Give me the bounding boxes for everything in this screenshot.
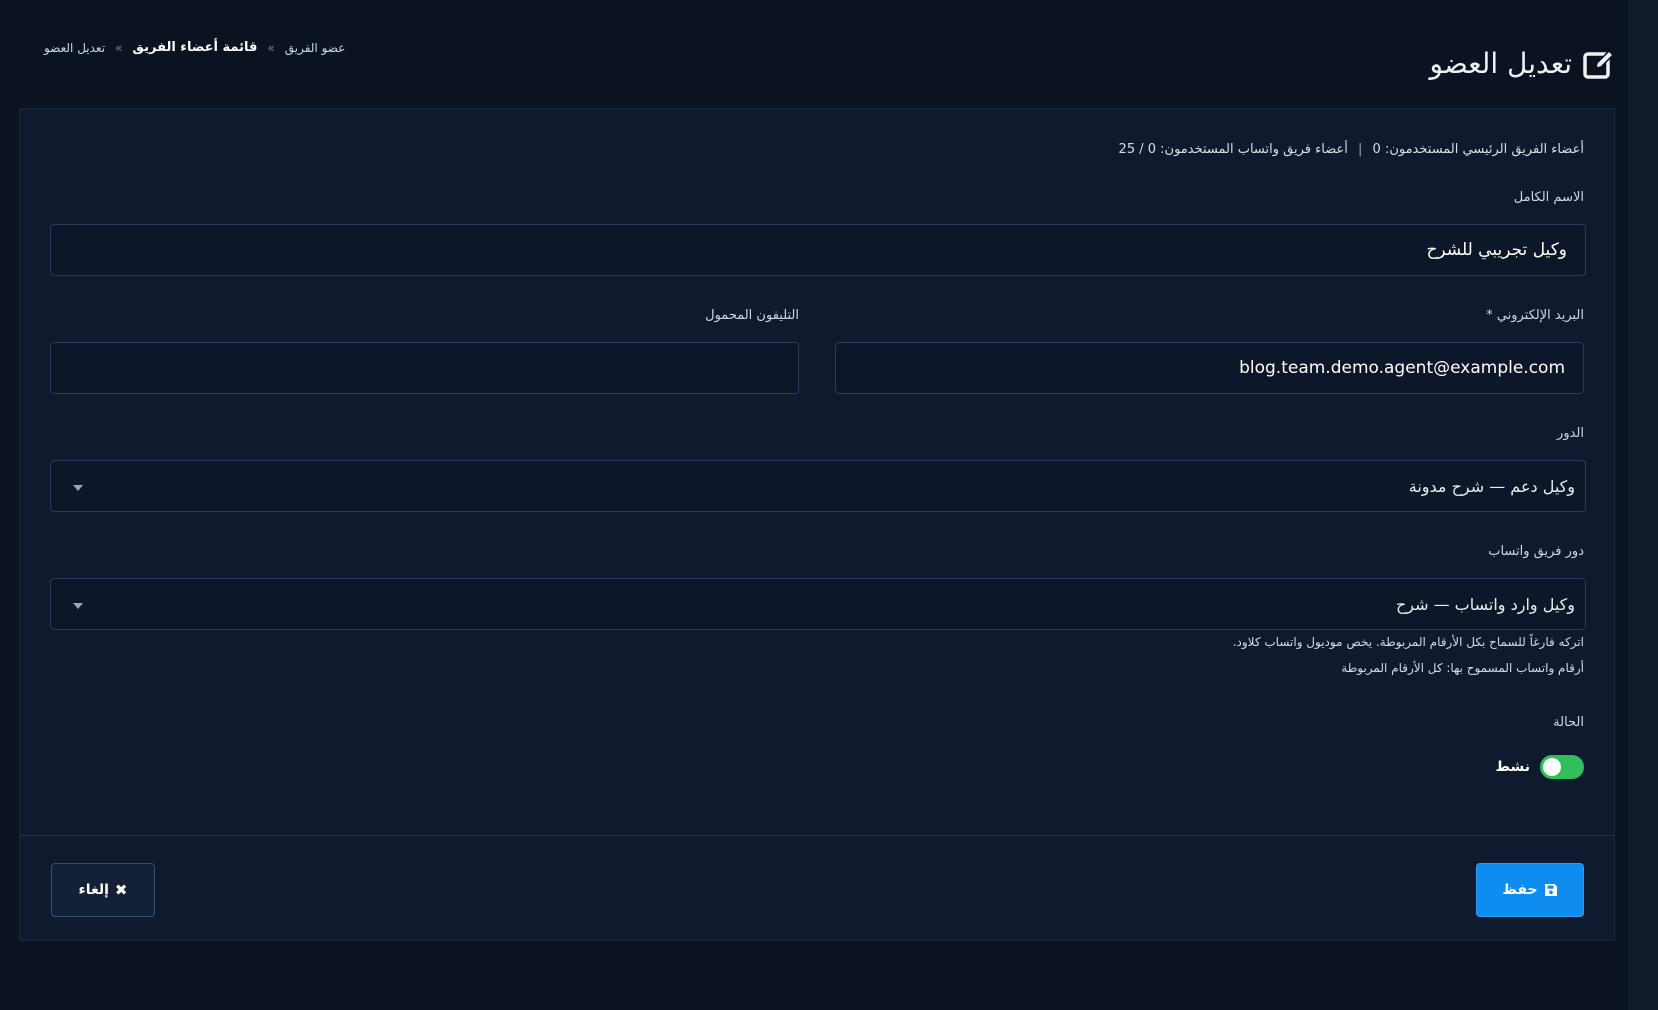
- caret-down-icon: [73, 485, 83, 491]
- page: تعديل العضو عضو الفريق » قائمة أعضاء الف…: [0, 0, 1658, 1010]
- status-toggle-row: نشط: [1495, 755, 1584, 779]
- cancel-button-label: إلغاء: [78, 882, 109, 898]
- role-label: الدور: [1557, 426, 1584, 441]
- main-members-count: أعضاء الفريق الرئيسي المستخدمون: 0: [1372, 142, 1584, 157]
- breadcrumb: عضو الفريق » قائمة أعضاء الفريق » تعديل …: [44, 40, 345, 55]
- full-name-input[interactable]: [50, 224, 1586, 276]
- close-icon: ✖: [114, 880, 128, 899]
- whatsapp-role-label: دور فريق واتساب: [1488, 544, 1584, 559]
- role-selected-value: وكيل دعم — شرح مدونة: [1408, 476, 1575, 496]
- scrollbar-track[interactable]: [1628, 0, 1658, 1010]
- whatsapp-allowed-numbers: أرقام واتساب المسموح بها: كل الأرقام الم…: [1341, 661, 1584, 675]
- whatsapp-role-selected-value: وكيل وارد واتساب — شرح: [1395, 594, 1575, 614]
- edit-member-card: أعضاء الفريق الرئيسي المستخدمون: 0 | أعض…: [19, 108, 1615, 941]
- role-select[interactable]: وكيل دعم — شرح مدونة: [50, 460, 1586, 512]
- mobile-label: التليفون المحمول: [705, 308, 799, 323]
- page-title-text: تعديل العضو: [1429, 47, 1572, 81]
- footer-divider: [20, 835, 1614, 836]
- email-label: البريد الإلكتروني *: [1486, 308, 1584, 323]
- status-label: الحالة: [1553, 715, 1584, 730]
- save-button-label: حفظ: [1502, 882, 1538, 898]
- whatsapp-members-count: أعضاء فريق واتساب المستخدمون: 0 / 25: [1118, 142, 1348, 157]
- status-toggle[interactable]: [1540, 755, 1584, 779]
- whatsapp-role-select[interactable]: وكيل وارد واتساب — شرح: [50, 578, 1586, 630]
- breadcrumb-item-team-member[interactable]: عضو الفريق: [285, 41, 346, 55]
- mobile-input[interactable]: [50, 342, 799, 394]
- edit-icon: [1583, 49, 1615, 79]
- caret-down-icon: [73, 603, 83, 609]
- info-separator: |: [1358, 142, 1363, 157]
- team-usage-info: أعضاء الفريق الرئيسي المستخدمون: 0 | أعض…: [1119, 142, 1584, 157]
- breadcrumb-item-edit-member: تعديل العضو: [44, 40, 106, 55]
- breadcrumb-separator: »: [115, 40, 123, 55]
- status-toggle-label: نشط: [1495, 759, 1531, 775]
- breadcrumb-separator: »: [267, 40, 275, 55]
- toggle-knob: [1543, 758, 1561, 776]
- email-input[interactable]: [835, 342, 1584, 394]
- save-button[interactable]: حفظ: [1476, 863, 1584, 917]
- whatsapp-role-help: اتركه فارغاً للسماح بكل الأرقام المربوطة…: [1232, 635, 1584, 649]
- breadcrumb-item-team-list[interactable]: قائمة أعضاء الفريق: [132, 40, 257, 55]
- page-title: تعديل العضو: [1430, 47, 1616, 81]
- floppy-disk-icon: [1544, 884, 1557, 896]
- cancel-button[interactable]: ✖ إلغاء: [51, 863, 155, 917]
- full-name-label: الاسم الكامل: [1513, 190, 1584, 205]
